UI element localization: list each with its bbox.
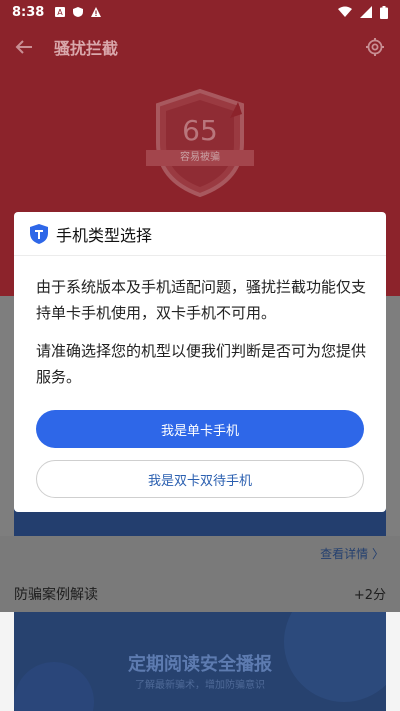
security-score: 65	[182, 114, 218, 147]
app-bar: 骚扰拦截	[0, 24, 400, 70]
case-section-title: 防骗案例解读	[14, 587, 98, 603]
dialog-message-select: 请准确选择您的机型以便我们判断是否可为您提供服务。	[36, 342, 367, 386]
notification-icon: A	[55, 7, 66, 17]
signal-icon	[360, 6, 372, 18]
back-button[interactable]	[0, 24, 48, 70]
status-bar: 8:38 A	[0, 0, 400, 24]
banner-title: 定期阅读安全播报	[128, 654, 272, 675]
risk-label: 容易被骗	[146, 150, 254, 166]
dialog-message-compat: 由于系统版本及手机适配问题，骚扰拦截功能仅支持单卡手机使用，双卡手机不可用。	[36, 278, 367, 322]
dialog-header: 手机类型选择	[14, 212, 386, 256]
dialog-title: 手机类型选择	[56, 225, 153, 245]
svg-text:A: A	[58, 8, 64, 17]
gear-icon	[366, 38, 384, 56]
status-time: 8:38	[12, 4, 45, 20]
dual-sim-button[interactable]: 我是双卡双待手机	[36, 460, 364, 498]
dialog-body: 由于系统版本及手机适配问题，骚扰拦截功能仅支持单卡手机使用，双卡手机不可用。 请…	[14, 256, 386, 390]
security-shield: 65 容易被骗	[146, 88, 254, 198]
battery-icon	[380, 5, 388, 19]
shield-status-icon	[73, 7, 84, 17]
arrow-left-icon	[15, 40, 32, 54]
wifi-icon	[338, 6, 352, 17]
banner-subtitle: 了解最新骗术，增加防骗意识	[135, 680, 265, 691]
warning-icon	[91, 7, 102, 17]
shield-logo-icon	[30, 223, 48, 244]
view-details-link[interactable]: 查看详情 〉	[320, 545, 384, 562]
single-sim-button[interactable]: 我是单卡手机	[36, 410, 364, 448]
phone-type-dialog: 手机类型选择 由于系统版本及手机适配问题，骚扰拦截功能仅支持单卡手机使用，双卡手…	[14, 212, 386, 512]
page-title: 骚扰拦截	[54, 39, 119, 58]
case-points-badge: +2分	[353, 588, 386, 603]
settings-button[interactable]	[360, 32, 390, 62]
details-row: 查看详情 〉	[0, 536, 400, 572]
case-section-header: 防骗案例解读 +2分	[0, 572, 400, 612]
security-broadcast-banner[interactable]: 定期阅读安全播报 了解最新骗术，增加防骗意识	[14, 612, 386, 711]
